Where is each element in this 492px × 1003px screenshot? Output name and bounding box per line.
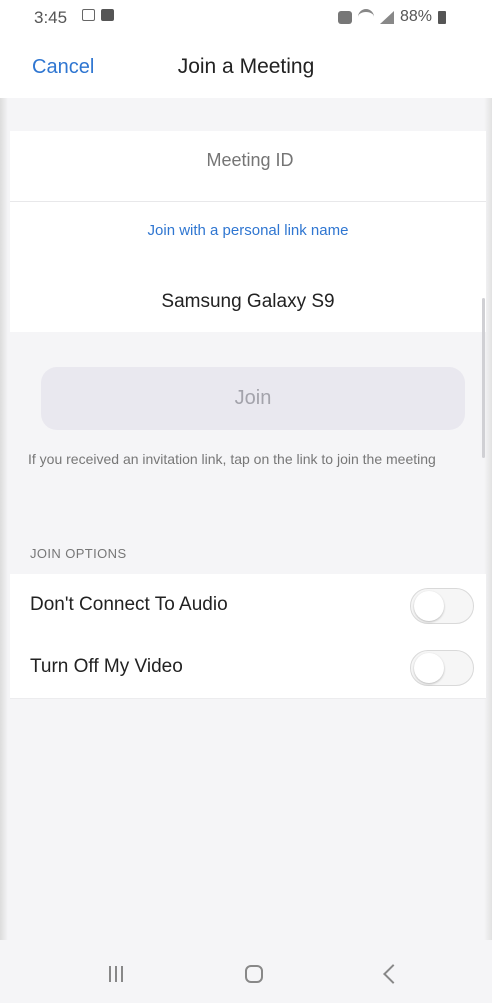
toggle-knob bbox=[414, 653, 444, 683]
option-label-audio: Don't Connect To Audio bbox=[30, 594, 228, 615]
toggle-knob bbox=[414, 591, 444, 621]
meeting-id-input[interactable] bbox=[10, 149, 490, 172]
audio-toggle[interactable] bbox=[410, 588, 474, 624]
app-notification-icon bbox=[101, 9, 114, 21]
home-icon bbox=[245, 965, 263, 983]
meeting-id-card: Join with a personal link name bbox=[10, 131, 490, 273]
battery-percent: 88% bbox=[399, 8, 432, 25]
mail-icon bbox=[82, 9, 95, 21]
notification-icons bbox=[82, 9, 114, 21]
alarm-icon bbox=[337, 10, 352, 24]
option-label-video: Turn Off My Video bbox=[30, 656, 183, 677]
divider bbox=[10, 201, 486, 202]
signal-icon bbox=[379, 10, 394, 24]
join-meeting-screen: 3:45 88% Join a Meeting Cancel Join with… bbox=[0, 0, 492, 1003]
invitation-hint: If you received an invitation link, tap … bbox=[28, 451, 436, 467]
screen-name-card[interactable]: Samsung Galaxy S9 bbox=[10, 272, 486, 332]
back-icon bbox=[383, 964, 403, 984]
wifi-icon bbox=[357, 9, 374, 25]
status-time: 3:45 bbox=[34, 8, 68, 27]
navigation-bar bbox=[0, 940, 492, 1003]
cancel-button[interactable]: Cancel bbox=[32, 56, 94, 79]
scroll-indicator bbox=[482, 298, 485, 458]
recents-button[interactable] bbox=[86, 954, 146, 994]
personal-link-button[interactable]: Join with a personal link name bbox=[10, 222, 486, 239]
recents-icon bbox=[109, 966, 123, 982]
join-button[interactable]: Join bbox=[41, 367, 465, 430]
option-row-video: Turn Off My Video bbox=[10, 636, 486, 699]
header: Join a Meeting Cancel bbox=[0, 34, 492, 98]
status-bar: 3:45 88% bbox=[0, 0, 492, 34]
video-toggle[interactable] bbox=[410, 650, 474, 686]
screen-name-field[interactable]: Samsung Galaxy S9 bbox=[10, 291, 486, 313]
battery-icon bbox=[438, 10, 446, 24]
option-row-audio: Don't Connect To Audio bbox=[10, 574, 486, 637]
home-button[interactable] bbox=[224, 954, 284, 994]
status-right-group: 88% bbox=[337, 8, 446, 26]
back-button[interactable] bbox=[360, 954, 420, 994]
join-options-label: JOIN OPTIONS bbox=[30, 546, 127, 561]
screen-edge-left bbox=[0, 0, 8, 1003]
